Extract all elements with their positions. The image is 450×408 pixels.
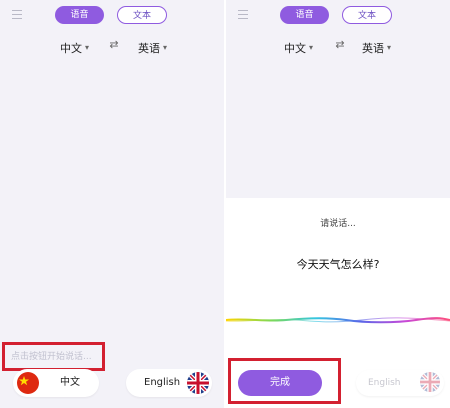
highlight-box — [2, 342, 105, 371]
tab-voice[interactable]: 语音 — [55, 6, 104, 24]
chevron-down-icon: ▾ — [163, 43, 168, 52]
highlight-box — [228, 358, 341, 404]
left-screen: 语音 文本 中文 ▾ ⇄ 英语 ▾ 点击按钮开始说话... 中文 English — [0, 0, 224, 408]
tab-text[interactable]: 文本 — [342, 6, 392, 24]
uk-flag-icon — [420, 372, 440, 392]
target-language-select[interactable]: 英语 ▾ — [362, 40, 391, 56]
voice-waveform — [226, 317, 450, 324]
target-language-select[interactable]: 英语 ▾ — [138, 40, 167, 56]
english-speak-button-disabled[interactable]: English — [356, 370, 444, 396]
english-label: English — [144, 377, 181, 388]
english-speak-button[interactable]: English — [126, 369, 212, 397]
target-language-label: 英语 — [362, 42, 384, 55]
screenshot-composite: 语音 文本 中文 ▾ ⇄ 英语 ▾ 点击按钮开始说话... 中文 English… — [0, 0, 450, 408]
language-bar: 中文 ▾ ⇄ 英语 ▾ — [226, 38, 450, 56]
target-language-label: 英语 — [138, 42, 160, 55]
source-language-select[interactable]: 中文 ▾ — [284, 40, 313, 56]
english-label: English — [368, 378, 401, 388]
source-language-select[interactable]: 中文 ▾ — [60, 40, 89, 56]
source-language-label: 中文 — [284, 42, 306, 55]
language-bar: 中文 ▾ ⇄ 英语 ▾ — [0, 38, 224, 56]
menu-icon[interactable] — [12, 10, 22, 20]
chinese-speak-button[interactable]: 中文 — [13, 369, 99, 397]
chevron-down-icon: ▾ — [85, 43, 90, 52]
chevron-down-icon: ▾ — [309, 43, 314, 52]
china-flag-icon — [17, 372, 39, 394]
right-screen: 语音 文本 中文 ▾ ⇄ 英语 ▾ 请说话... 今天天气怎么样? 完成 Eng… — [226, 0, 450, 408]
tab-text[interactable]: 文本 — [117, 6, 167, 24]
swap-icon[interactable]: ⇄ — [108, 38, 120, 52]
chevron-down-icon: ▾ — [387, 43, 392, 52]
listening-sheet: 请说话... 今天天气怎么样? 完成 English — [226, 198, 450, 408]
swap-icon[interactable]: ⇄ — [334, 38, 346, 52]
source-language-label: 中文 — [60, 42, 82, 55]
speak-prompt: 请说话... — [320, 219, 356, 229]
recognized-text: 今天天气怎么样? — [296, 258, 380, 271]
uk-flag-icon — [187, 372, 209, 394]
menu-icon[interactable] — [238, 10, 248, 20]
chinese-label: 中文 — [60, 377, 80, 388]
tab-voice[interactable]: 语音 — [280, 6, 329, 24]
